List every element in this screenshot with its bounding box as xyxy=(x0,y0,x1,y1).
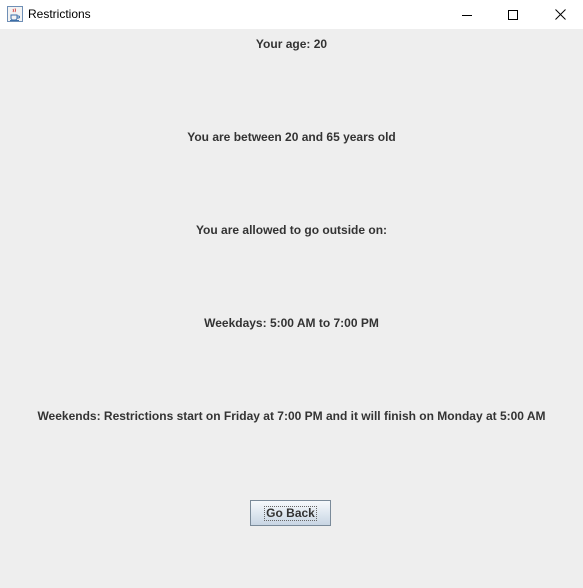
age-range-label: You are between 20 and 65 years old xyxy=(187,130,396,144)
age-label: Your age: 20 xyxy=(255,37,328,51)
window-title: Restrictions xyxy=(28,7,91,21)
maximize-icon xyxy=(508,9,518,20)
maximize-button[interactable] xyxy=(490,0,536,29)
restrictions-window: Restrictions Your age: 20 You are betwee… xyxy=(0,0,583,588)
close-button[interactable] xyxy=(537,0,583,29)
go-back-label: Go Back xyxy=(264,505,317,521)
content-panel: Your age: 20 You are between 20 and 65 y… xyxy=(0,29,583,588)
minimize-button[interactable] xyxy=(444,0,490,29)
java-cup-icon xyxy=(7,6,23,22)
weekdays-label: Weekdays: 5:00 AM to 7:00 PM xyxy=(204,316,379,330)
go-back-button[interactable]: Go Back xyxy=(250,500,331,526)
weekends-label: Weekends: Restrictions start on Friday a… xyxy=(37,409,546,423)
allowed-heading: You are allowed to go outside on: xyxy=(195,223,388,237)
close-icon xyxy=(554,9,566,20)
title-bar[interactable]: Restrictions xyxy=(0,0,583,29)
minimize-icon xyxy=(462,10,472,20)
